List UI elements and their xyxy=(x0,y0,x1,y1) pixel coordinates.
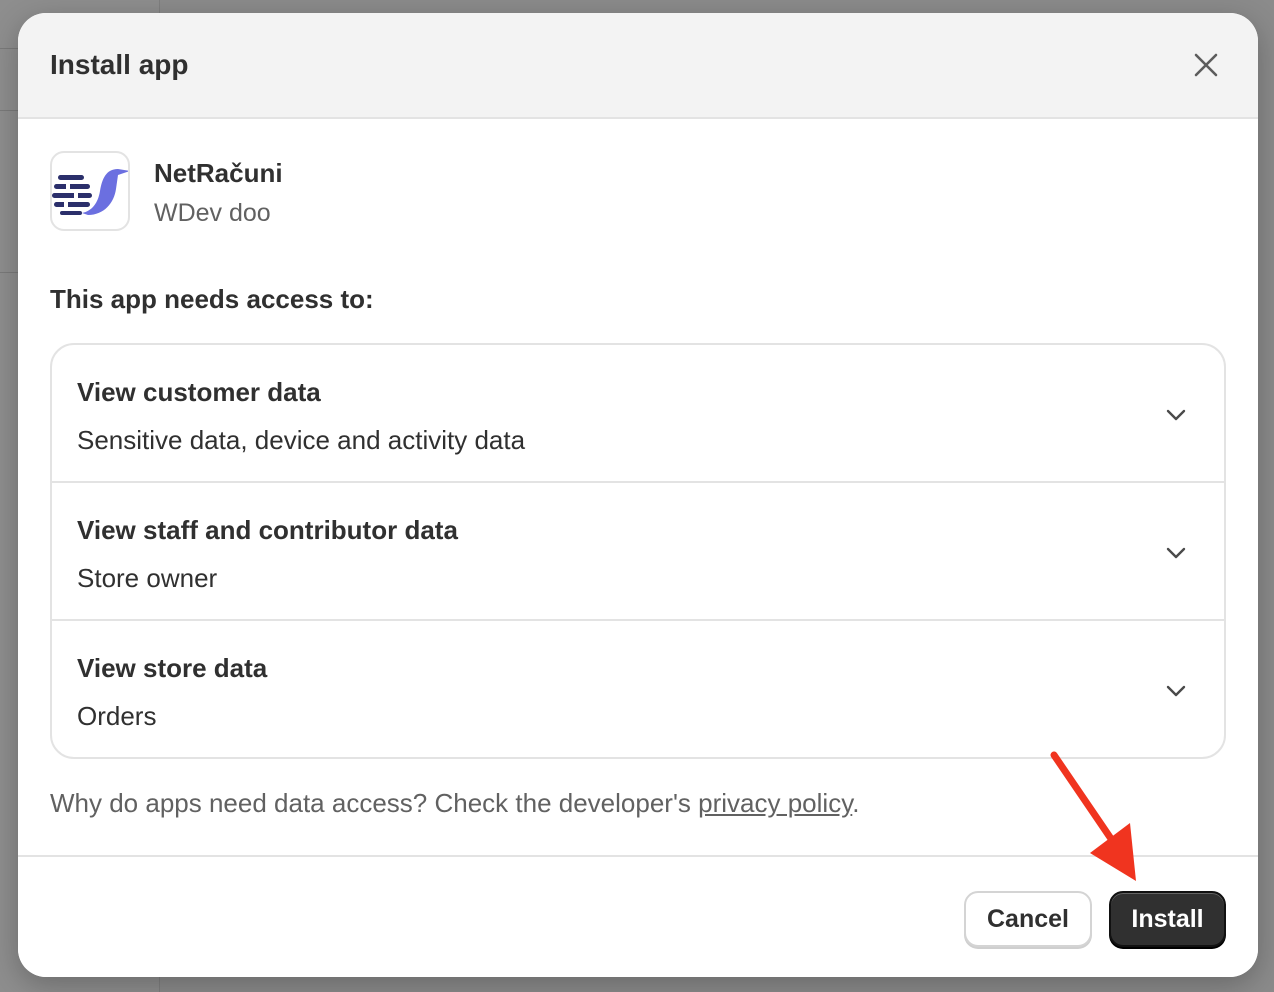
footnote-text: Why do apps need data access? Check the … xyxy=(50,788,699,818)
permission-title: View store data xyxy=(77,653,268,683)
modal-footer: Cancel Install xyxy=(18,855,1258,977)
access-heading: This app needs access to: xyxy=(50,284,374,314)
background-divider xyxy=(0,272,20,273)
permission-item-staff-data[interactable]: View staff and contributor data Store ow… xyxy=(52,483,1224,621)
permission-title: View customer data xyxy=(77,377,321,407)
permission-list: View customer data Sensitive data, devic… xyxy=(50,343,1226,759)
permission-description: Orders xyxy=(77,701,157,731)
background-divider xyxy=(0,110,20,111)
chevron-down-icon xyxy=(1166,547,1186,559)
app-developer: WDev doo xyxy=(154,199,271,227)
data-access-footnote: Why do apps need data access? Check the … xyxy=(50,788,860,819)
cancel-button[interactable]: Cancel xyxy=(964,891,1092,947)
permission-title: View staff and contributor data xyxy=(77,515,458,545)
install-app-modal: Install app NetRačuni WDev doo This app … xyxy=(18,13,1258,977)
permission-description: Store owner xyxy=(77,563,218,593)
close-icon xyxy=(1194,53,1218,77)
background-divider xyxy=(0,48,20,49)
modal-title: Install app xyxy=(50,49,189,80)
app-logo xyxy=(50,151,130,231)
install-button[interactable]: Install xyxy=(1109,891,1226,947)
permission-item-customer-data[interactable]: View customer data Sensitive data, devic… xyxy=(52,345,1224,483)
netracuni-logo-icon xyxy=(52,169,128,215)
app-name: NetRačuni xyxy=(154,158,283,188)
permission-description: Sensitive data, device and activity data xyxy=(77,425,526,455)
permission-item-store-data[interactable]: View store data Orders xyxy=(52,621,1224,757)
footnote-end: . xyxy=(852,788,860,818)
chevron-down-icon xyxy=(1166,409,1186,421)
close-button[interactable] xyxy=(1190,49,1222,81)
chevron-down-icon xyxy=(1166,685,1186,697)
modal-header: Install app xyxy=(18,13,1258,119)
privacy-policy-link[interactable]: privacy policy xyxy=(698,788,852,818)
